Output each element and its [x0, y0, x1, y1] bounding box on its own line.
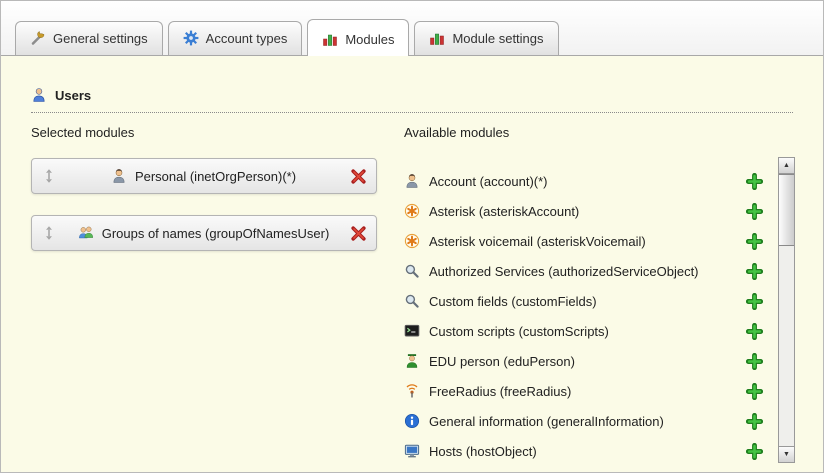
add-module-button[interactable]: [746, 293, 763, 310]
remove-module-button[interactable]: [350, 225, 367, 242]
asterisk-icon: [404, 233, 420, 249]
drag-handle-icon[interactable]: [41, 168, 57, 184]
tab-label: Account types: [206, 31, 288, 46]
available-module-label: General information (generalInformation): [429, 414, 737, 429]
add-module-button[interactable]: [746, 353, 763, 370]
selected-modules-column: Selected modules Personal (inetOrgPerson…: [31, 125, 377, 272]
lam-configuration-window: General settings Account types Modules M…: [0, 0, 824, 473]
selected-module-row-personal[interactable]: Personal (inetOrgPerson)(*): [31, 158, 377, 194]
scrollbar-thumb[interactable]: [779, 174, 794, 246]
available-module-label: Asterisk voicemail (asteriskVoicemail): [429, 234, 737, 249]
available-module-row: General information (generalInformation): [404, 406, 765, 436]
selected-module-label: Groups of names (groupOfNamesUser): [102, 226, 330, 241]
magnifier-icon: [404, 293, 420, 309]
available-module-row: Asterisk (asteriskAccount): [404, 196, 765, 226]
available-module-label: Custom scripts (customScripts): [429, 324, 737, 339]
tools-icon: [30, 30, 46, 46]
group-icon: [78, 225, 94, 241]
modules-tab-content: Users Selected modules Personal (inetOrg…: [1, 57, 823, 472]
add-module-button[interactable]: [746, 383, 763, 400]
available-module-label: Hosts (hostObject): [429, 444, 737, 459]
tab-modules[interactable]: Modules: [307, 19, 409, 56]
available-module-row: Hosts (hostObject): [404, 436, 765, 466]
selected-module-row-group-of-names[interactable]: Groups of names (groupOfNamesUser): [31, 215, 377, 251]
available-module-label: Account (account)(*): [429, 174, 737, 189]
remove-module-button[interactable]: [350, 168, 367, 185]
tab-general-settings[interactable]: General settings: [15, 21, 163, 55]
available-module-row: Authorized Services (authorizedServiceOb…: [404, 256, 765, 286]
add-module-button[interactable]: [746, 233, 763, 250]
available-modules-heading: Available modules: [404, 125, 795, 140]
available-module-row: Asterisk voicemail (asteriskVoicemail): [404, 226, 765, 256]
info-icon: [404, 413, 420, 429]
scroll-down-button[interactable]: ▼: [779, 446, 794, 462]
terminal-icon: [404, 323, 420, 339]
scroll-up-button[interactable]: ▲: [779, 158, 794, 174]
gear-icon: [183, 30, 199, 46]
add-module-button[interactable]: [746, 203, 763, 220]
add-module-button[interactable]: [746, 173, 763, 190]
tab-label: Module settings: [452, 31, 543, 46]
available-module-row: FreeRadius (freeRadius): [404, 376, 765, 406]
available-module-row: EDU person (eduPerson): [404, 346, 765, 376]
drag-handle-icon[interactable]: [41, 225, 57, 241]
add-module-button[interactable]: [746, 263, 763, 280]
available-module-row: Account (account)(*): [404, 166, 765, 196]
tab-module-settings[interactable]: Module settings: [414, 21, 558, 55]
person-icon: [111, 168, 127, 184]
user-icon: [31, 87, 47, 103]
available-modules-list: Account (account)(*) Asterisk (asteriskA…: [404, 166, 795, 466]
selected-module-content: Personal (inetOrgPerson)(*): [57, 168, 350, 184]
tab-label: General settings: [53, 31, 148, 46]
antenna-icon: [404, 383, 420, 399]
computer-icon: [404, 443, 420, 459]
tab-bar: General settings Account types Modules M…: [1, 1, 823, 56]
add-module-button[interactable]: [746, 323, 763, 340]
modules-icon: [322, 31, 338, 47]
available-module-label: FreeRadius (freeRadius): [429, 384, 737, 399]
available-module-label: Custom fields (customFields): [429, 294, 737, 309]
account-icon: [404, 173, 420, 189]
edu-person-icon: [404, 353, 420, 369]
selected-module-content: Groups of names (groupOfNamesUser): [57, 225, 350, 241]
selected-module-label: Personal (inetOrgPerson)(*): [135, 169, 296, 184]
tab-label: Modules: [345, 32, 394, 47]
available-module-label: Asterisk (asteriskAccount): [429, 204, 737, 219]
users-section-header: Users: [31, 87, 793, 113]
available-module-row: Custom scripts (customScripts): [404, 316, 765, 346]
available-modules-column: Available modules Account (account)(*) A…: [404, 125, 795, 466]
add-module-button[interactable]: [746, 443, 763, 460]
available-module-label: Authorized Services (authorizedServiceOb…: [429, 264, 737, 279]
module-settings-icon: [429, 30, 445, 46]
magnifier-icon: [404, 263, 420, 279]
asterisk-icon: [404, 203, 420, 219]
section-title: Users: [55, 88, 91, 103]
selected-modules-heading: Selected modules: [31, 125, 377, 140]
available-module-row: Custom fields (customFields): [404, 286, 765, 316]
available-module-label: EDU person (eduPerson): [429, 354, 737, 369]
add-module-button[interactable]: [746, 413, 763, 430]
tab-account-types[interactable]: Account types: [168, 21, 303, 55]
vertical-scrollbar[interactable]: ▲ ▼: [778, 157, 795, 463]
